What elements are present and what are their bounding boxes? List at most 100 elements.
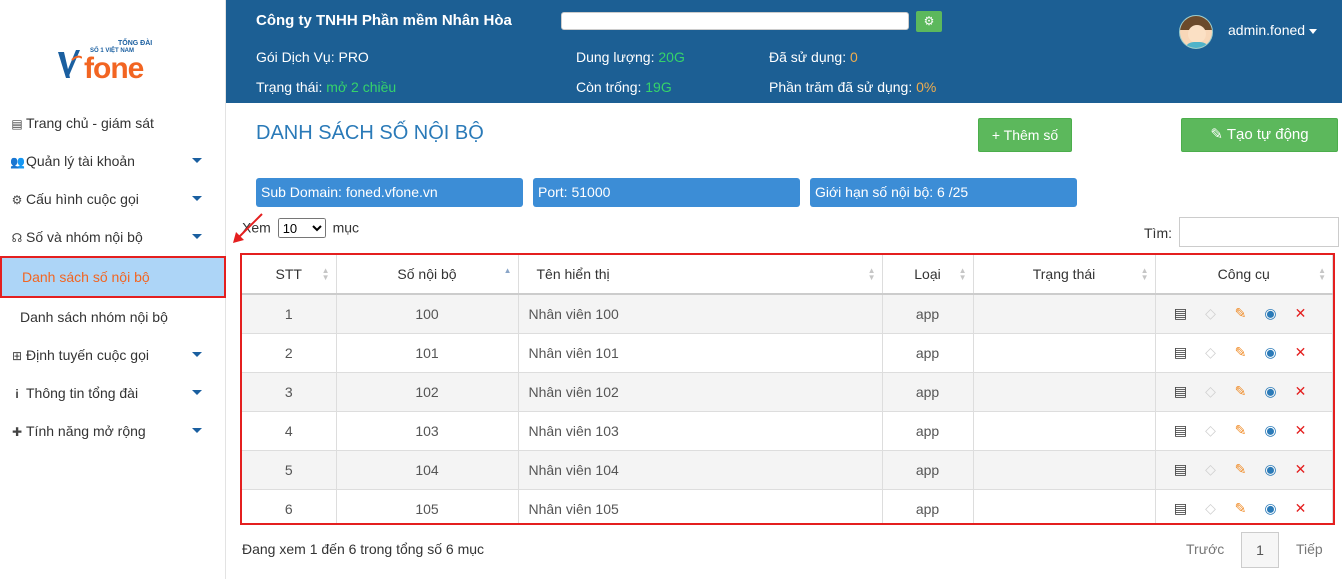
port-value: 51000 xyxy=(571,184,611,200)
eye-icon[interactable]: ◉ xyxy=(1256,344,1286,361)
sidebar-item-routing[interactable]: ⊞ Định tuyến cuộc gọi xyxy=(0,336,226,374)
sidebar: TỔNG ĐÀI SỐ 1 VIỆT NAM fone ▤ Trang chủ -… xyxy=(0,0,226,579)
cell-stt: 3 xyxy=(242,372,337,412)
clipboard-icon[interactable]: ▤ xyxy=(1166,500,1196,517)
pencil-icon[interactable]: ✎ xyxy=(1226,344,1256,361)
delete-icon[interactable]: ✕ xyxy=(1286,422,1316,439)
limit-badge: Giới hạn số nội bộ: 6 /25 xyxy=(810,178,1077,207)
sort-icon: ▲ ▼ xyxy=(958,266,967,282)
clipboard-icon[interactable]: ▤ xyxy=(1166,383,1196,400)
pagination-next[interactable]: Tiếp xyxy=(1296,541,1323,557)
pencil-icon[interactable]: ✎ xyxy=(1226,383,1256,400)
header-label: Công cụ xyxy=(1217,266,1270,282)
clipboard-icon[interactable]: ▤ xyxy=(1166,422,1196,439)
limit-label: Giới hạn số nội bộ: xyxy=(815,184,934,200)
extensions-table: STT ▲ ▼ Số nội bộ ▲ Tên hiển thị ▲ ▼ Loại ▲ ▼ T… xyxy=(240,253,1335,525)
pencil-icon[interactable]: ✎ xyxy=(1226,422,1256,439)
eye-icon[interactable]: ◉ xyxy=(1256,500,1286,517)
clipboard-icon[interactable]: ▤ xyxy=(1166,305,1196,322)
header-search-input[interactable] xyxy=(561,12,909,30)
cell-number: 103 xyxy=(336,411,519,451)
eraser-icon[interactable]: ◇ xyxy=(1196,461,1226,478)
sidebar-item-label: Danh sách số nội bộ xyxy=(22,269,150,285)
pagination-page[interactable]: 1 xyxy=(1241,532,1279,568)
subdomain-label: Sub Domain: xyxy=(261,184,342,200)
info-icon: i xyxy=(15,387,19,401)
pagination-prev[interactable]: Trước xyxy=(1186,541,1224,557)
delete-icon[interactable]: ✕ xyxy=(1286,344,1316,361)
sidebar-item-extensions-groups[interactable]: ☊ Số và nhóm nội bộ xyxy=(0,218,226,256)
sidebar-item-label: Trang chủ - giám sát xyxy=(26,115,154,131)
eye-icon[interactable]: ◉ xyxy=(1256,305,1286,322)
eraser-icon[interactable]: ◇ xyxy=(1196,344,1226,361)
auto-create-label: Tạo tự động xyxy=(1226,126,1309,143)
cell-tools: ▤ ◇ ✎ ◉ ✕ xyxy=(1155,450,1333,490)
user-menu[interactable]: admin.foned xyxy=(1228,22,1318,38)
chevron-down-icon xyxy=(192,352,202,357)
eraser-icon[interactable]: ◇ xyxy=(1196,305,1226,322)
header-label: Số nội bộ xyxy=(397,266,457,282)
percent-label: Phần trăm đã sử dụng: xyxy=(769,79,913,95)
cell-number: 101 xyxy=(336,333,519,373)
delete-icon[interactable]: ✕ xyxy=(1286,383,1316,400)
page-length-select[interactable]: 10 xyxy=(277,218,326,238)
column-header-stt[interactable]: STT ▲ ▼ xyxy=(242,255,337,295)
search-input[interactable] xyxy=(1179,217,1339,247)
eye-icon[interactable]: ◉ xyxy=(1256,461,1286,478)
cell-tools: ▤ ◇ ✎ ◉ ✕ xyxy=(1155,372,1333,412)
logo-tagline-top: TỔNG ĐÀI xyxy=(118,40,153,47)
sidebar-item-label: Danh sách nhóm nội bộ xyxy=(20,309,168,325)
sidebar-item-home[interactable]: ▤ Trang chủ - giám sát xyxy=(0,104,226,142)
column-header-number[interactable]: Số nội bộ ▲ xyxy=(336,255,519,295)
column-header-type[interactable]: Loại ▲ ▼ xyxy=(882,255,974,295)
chevron-down-icon xyxy=(192,428,202,433)
cell-tools: ▤ ◇ ✎ ◉ ✕ xyxy=(1155,489,1333,523)
pencil-icon[interactable]: ✎ xyxy=(1226,461,1256,478)
avatar[interactable] xyxy=(1179,15,1213,49)
delete-icon[interactable]: ✕ xyxy=(1286,305,1316,322)
logo-v-icon xyxy=(58,50,82,78)
clipboard-icon[interactable]: ▤ xyxy=(1166,461,1196,478)
pencil-icon[interactable]: ✎ xyxy=(1226,305,1256,322)
header-label: Tên hiển thị xyxy=(536,266,610,282)
column-header-tools[interactable]: Công cụ ▲ ▼ xyxy=(1155,255,1333,295)
delete-icon[interactable]: ✕ xyxy=(1286,461,1316,478)
sidebar-item-extension-list[interactable]: Danh sách số nội bộ xyxy=(0,256,226,298)
used-label: Đã sử dụng: xyxy=(769,49,847,65)
header-search-button[interactable]: ⚙ xyxy=(916,11,942,32)
company-name: Công ty TNHH Phần mềm Nhân Hòa xyxy=(256,12,512,29)
auto-create-button[interactable]: ✎ Tạo tự động xyxy=(1181,118,1338,152)
sort-icon: ▲ ▼ xyxy=(867,266,876,282)
cell-type: app xyxy=(882,411,974,451)
chevron-down-icon xyxy=(192,196,202,201)
sitemap-icon: ⊞ xyxy=(11,349,23,363)
capacity-label: Dung lượng: xyxy=(576,49,655,65)
percent-info: Phần trăm đã sử dụng: 0% xyxy=(769,79,936,95)
cell-tools: ▤ ◇ ✎ ◉ ✕ xyxy=(1155,333,1333,373)
delete-icon[interactable]: ✕ xyxy=(1286,500,1316,517)
eraser-icon[interactable]: ◇ xyxy=(1196,383,1226,400)
add-extension-button[interactable]: + Thêm số xyxy=(978,118,1072,152)
cell-stt: 5 xyxy=(242,450,337,490)
column-header-display-name[interactable]: Tên hiển thị ▲ ▼ xyxy=(518,255,883,295)
cell-type: app xyxy=(882,372,974,412)
free-value: 19G xyxy=(645,79,672,95)
sidebar-item-accounts[interactable]: 👥Quản lý tài khoản xyxy=(0,142,226,180)
eye-icon[interactable]: ◉ xyxy=(1256,422,1286,439)
clipboard-icon[interactable]: ▤ xyxy=(1166,344,1196,361)
eraser-icon[interactable]: ◇ xyxy=(1196,422,1226,439)
eye-icon[interactable]: ◉ xyxy=(1256,383,1286,400)
free-label: Còn trống: xyxy=(576,79,642,95)
vfone-logo[interactable]: TỔNG ĐÀI SỐ 1 VIỆT NAM fone xyxy=(56,38,168,85)
pencil-icon[interactable]: ✎ xyxy=(1226,500,1256,517)
eraser-icon[interactable]: ◇ xyxy=(1196,500,1226,517)
cell-number: 100 xyxy=(336,294,519,334)
sidebar-item-call-config[interactable]: ⚙ Cấu hình cuộc gọi xyxy=(0,180,226,218)
sidebar-item-extensions-features[interactable]: ✚ Tính năng mở rộng xyxy=(0,412,226,450)
annotation-arrow-icon xyxy=(233,213,263,243)
column-header-status[interactable]: Trạng thái ▲ ▼ xyxy=(973,255,1156,295)
header-label: Loại xyxy=(914,266,941,282)
sidebar-item-group-list[interactable]: Danh sách nhóm nội bộ xyxy=(0,298,226,336)
sidebar-item-pbx-info[interactable]: i Thông tin tổng đài xyxy=(0,374,226,412)
used-info: Đã sử dụng: 0 xyxy=(769,49,858,65)
